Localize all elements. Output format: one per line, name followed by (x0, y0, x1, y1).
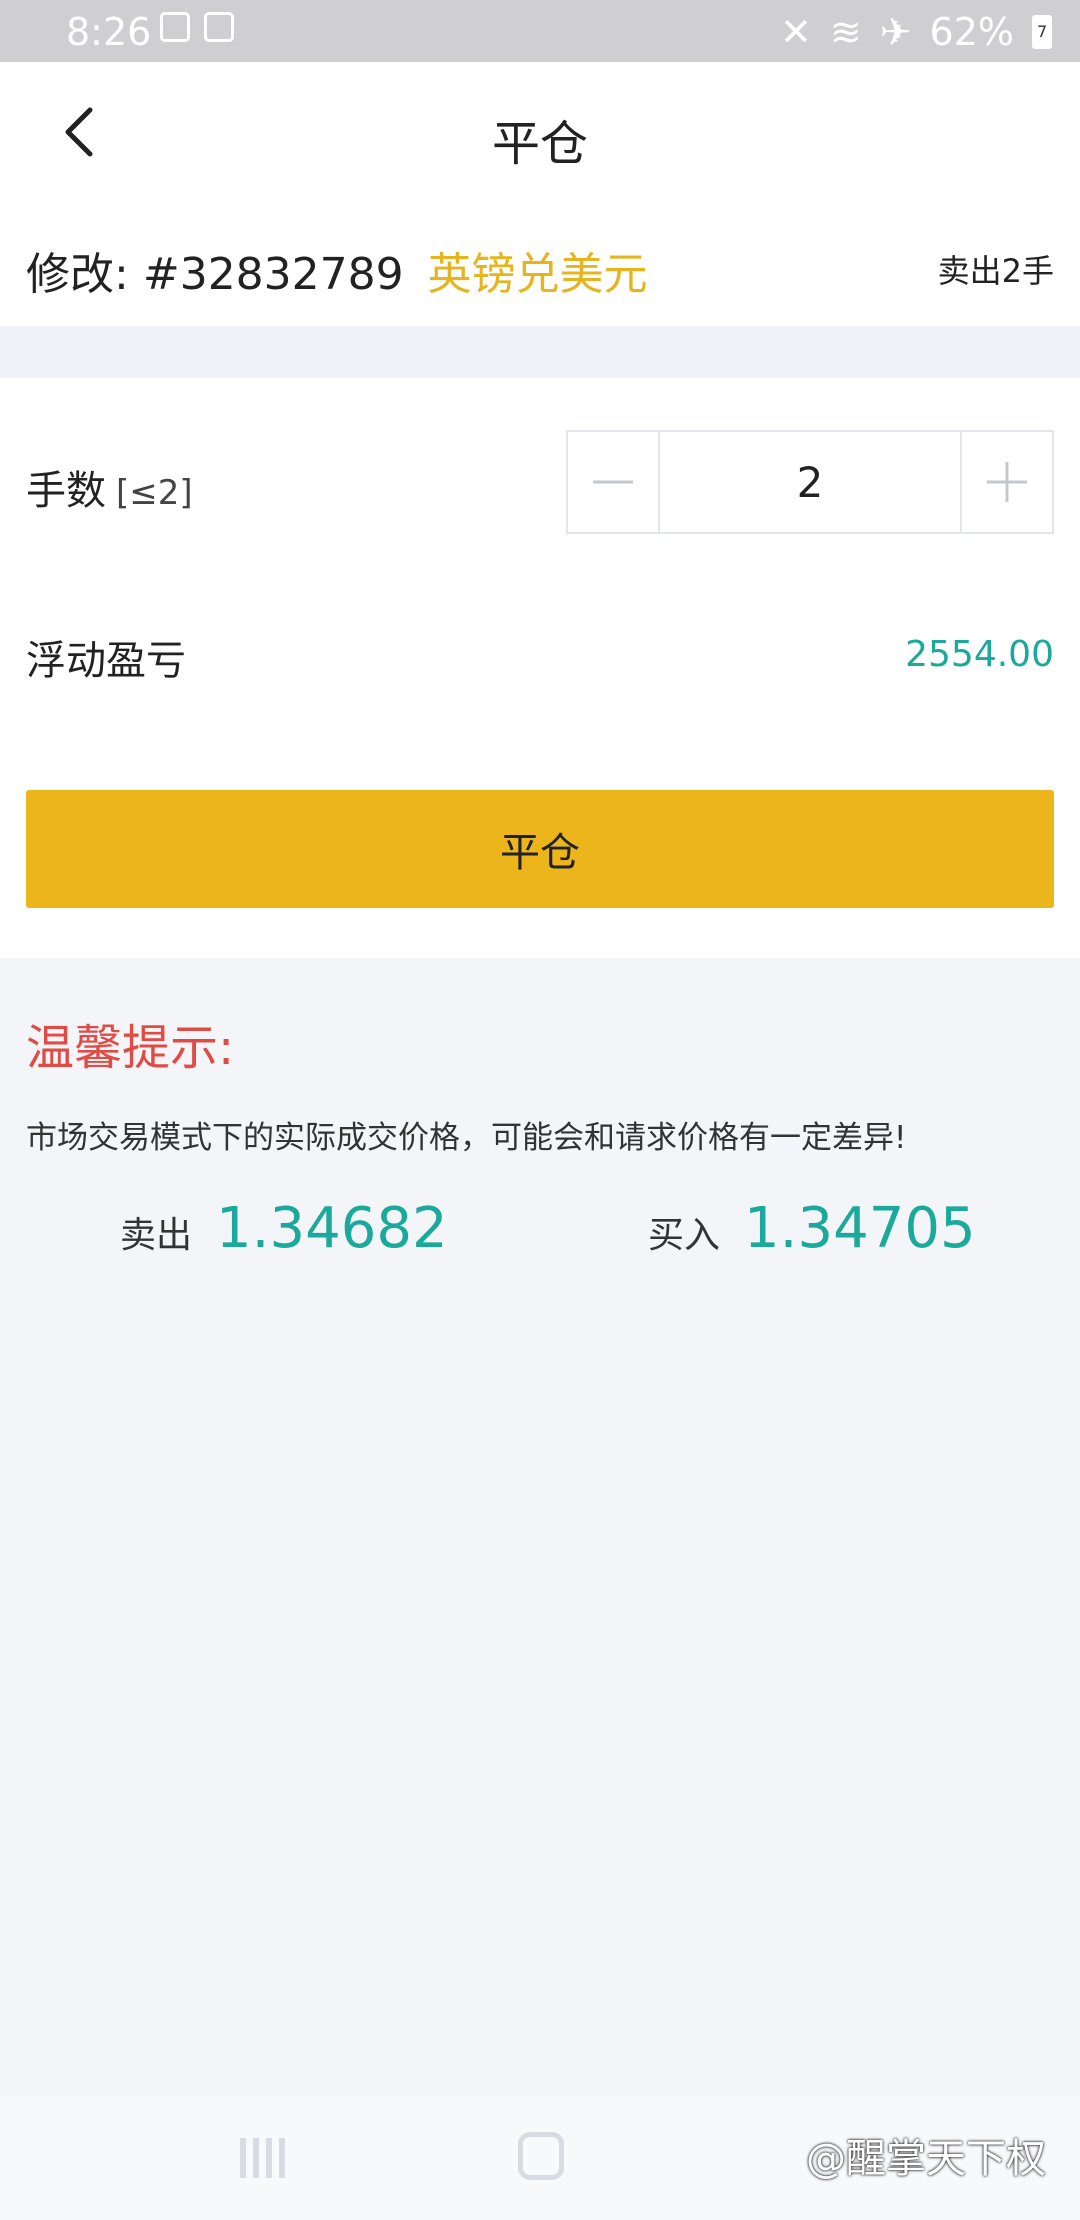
usb-icon (160, 12, 190, 42)
minus-icon (593, 480, 633, 484)
mute-icon: ✕ (780, 10, 812, 54)
recents-button[interactable] (240, 2138, 286, 2178)
status-notification-icons (160, 12, 234, 42)
battery-icon: 7 (1032, 15, 1052, 49)
quantity-label: 手数 (26, 468, 106, 514)
notification-icon (204, 12, 234, 42)
quantity-stepper: 2 (566, 430, 1054, 534)
sell-label: 卖出 (120, 1215, 193, 1256)
page-title: 平仓 (491, 116, 588, 172)
buy-price: 1.34705 (744, 1196, 976, 1261)
close-position-form: 手数 [≤2] 2 浮动盈亏 2554.00 平仓 (0, 378, 1080, 958)
sell-price: 1.34682 (216, 1196, 448, 1261)
increase-button[interactable] (960, 432, 1052, 532)
decrease-button[interactable] (568, 432, 660, 532)
sell-quote: 卖出 1.34682 (120, 1196, 448, 1261)
section-divider (0, 326, 1080, 378)
quantity-input[interactable]: 2 (660, 432, 960, 532)
order-side: 卖出2手 (937, 252, 1054, 290)
tips-text: 市场交易模式下的实际成交价格，可能会和请求价格有一定差异! (26, 1120, 907, 1156)
tips-title: 温馨提示: (26, 1020, 235, 1076)
floating-pnl-label: 浮动盈亏 (26, 638, 186, 684)
quantity-limit: [≤2] (116, 473, 193, 513)
quantity-label-row: 手数 [≤2] (26, 458, 193, 516)
buy-label: 买入 (648, 1215, 721, 1256)
order-id: #32832789 (142, 249, 404, 300)
status-time: 8:26 (66, 10, 152, 54)
home-button[interactable] (518, 2132, 564, 2180)
status-right: ✕ ≋ ✈ 62% 7 (780, 10, 1052, 54)
watermark: @醒掌天下权 (806, 2136, 1046, 2182)
close-position-button[interactable]: 平仓 (26, 790, 1054, 908)
status-bar: 8:26 ✕ ≋ ✈ 62% 7 (0, 0, 1080, 62)
header-bar: 平仓 (0, 62, 1080, 210)
buy-quote: 买入 1.34705 (648, 1196, 976, 1261)
battery-percent: 62% (929, 10, 1014, 54)
order-edit-label: 修改: (26, 249, 129, 300)
order-info-bar: 修改: #32832789 英镑兑美元 卖出2手 (0, 210, 1080, 326)
airplane-icon: ✈ (879, 10, 912, 54)
wifi-icon: ≋ (829, 10, 862, 54)
order-info: 修改: #32832789 英镑兑美元 (26, 238, 648, 302)
floating-pnl-value: 2554.00 (905, 634, 1054, 675)
plus-icon (987, 462, 1027, 502)
order-symbol: 英镑兑美元 (427, 249, 648, 300)
